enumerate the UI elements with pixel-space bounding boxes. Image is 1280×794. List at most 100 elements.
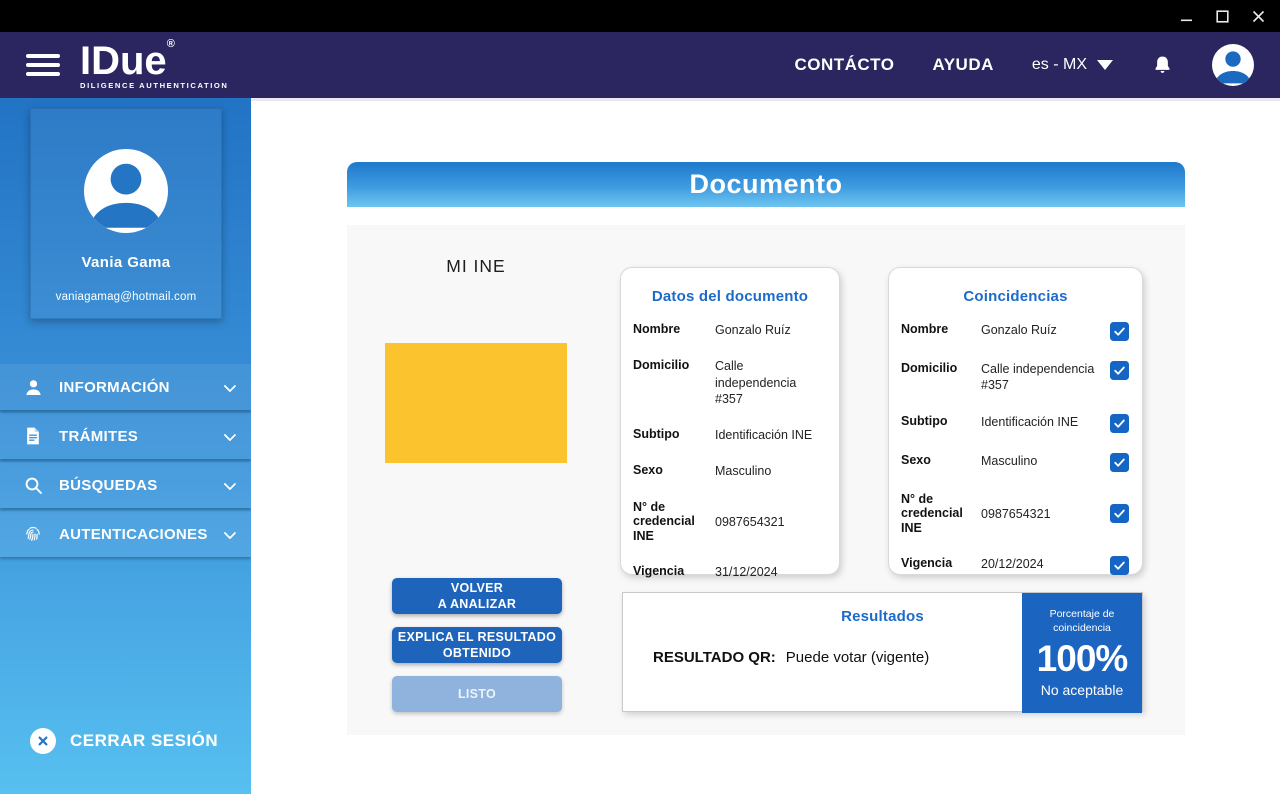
row-label: Nombre (633, 322, 681, 336)
language-selector[interactable]: es - MX (1032, 56, 1113, 74)
card-title: Coincidencias (963, 288, 1068, 305)
results-box: Resultados RESULTADO QR: Puede votar (vig… (622, 592, 1143, 713)
logo-title: IDue® (80, 37, 175, 83)
explain-result-button[interactable]: EXPLICA EL RESULTADO OBTENIDO (392, 627, 562, 663)
checkmark-icon (1114, 509, 1125, 518)
row-value: Masculino (981, 453, 1038, 468)
hamburger-menu-icon[interactable] (26, 54, 60, 76)
data-row-credencial: N° de credencial INE 0987654321 (633, 500, 827, 544)
match-row-subtipo: Subtipo Identificación INE (901, 413, 1130, 433)
x-circle-icon (30, 728, 56, 754)
match-percentage-status: No aceptable (1040, 682, 1124, 699)
row-value: Gonzalo Ruíz (715, 323, 791, 337)
checkmark-icon (1114, 458, 1125, 467)
row-value: Identificación INE (715, 428, 813, 442)
sidebar-item-autenticaciones[interactable]: AUTENTICACIONES (0, 511, 251, 557)
row-value: 0987654321 (715, 514, 785, 529)
reanalyze-button[interactable]: VOLVER A ANALIZAR (392, 578, 562, 614)
match-row-nombre: Nombre Gonzalo Ruíz (901, 322, 1130, 341)
card-rows: Nombre Gonzalo Ruíz Domicilio Calle inde… (901, 322, 1130, 575)
chevron-down-icon (223, 379, 237, 392)
card-rows: Nombre Gonzalo Ruíz Domicilio Calle inde… (633, 322, 827, 580)
button-label-line: VOLVER (450, 580, 504, 595)
match-checkbox[interactable] (1110, 413, 1129, 433)
row-value: 20/12/2024 (981, 556, 1044, 571)
chevron-down-icon (223, 428, 237, 441)
main-content: Documento MI INE VOLVER A ANALIZAR EXPLI… (251, 98, 1280, 794)
matches-card: Coincidencias Nombre Gonzalo Ruíz Domici… (888, 267, 1143, 575)
row-label: Sexo (633, 463, 663, 478)
logo-tagline: DILIGENCE AUTHENTICATION (80, 80, 229, 90)
match-checkbox[interactable] (1110, 504, 1129, 524)
card-title: Datos del documento (651, 288, 809, 305)
match-checkbox[interactable] (1110, 452, 1129, 472)
checkmark-icon (1114, 366, 1125, 375)
row-label: Vigencia (901, 555, 953, 570)
chevron-down-icon (223, 477, 237, 490)
logout-button[interactable]: CERRAR SESIÓN (30, 728, 218, 754)
done-button[interactable]: LISTO (392, 676, 562, 712)
user-avatar[interactable] (1212, 44, 1254, 86)
button-label-line: LISTO (457, 686, 497, 701)
match-checkbox[interactable] (1110, 361, 1129, 380)
row-value: Masculino (715, 464, 772, 479)
checkmark-icon (1114, 561, 1125, 570)
qr-result-label: RESULTADO QR: (653, 649, 776, 666)
row-label: Subtipo (901, 413, 948, 428)
sidebar-item-busquedas[interactable]: BÚSQUEDAS (0, 462, 251, 508)
sidebar-menu: INFORMACIÓN TRÁMITES BÚSQUEDAS AUTENTICA… (0, 364, 251, 560)
sidebar-item-informacion[interactable]: INFORMACIÓN (0, 364, 251, 410)
document-name-label: MI INE (446, 256, 506, 276)
row-label: Sexo (901, 452, 931, 467)
minimize-button[interactable] (1178, 8, 1194, 24)
sidebar: Vania Gama vaniagamag@hotmail.com INFORM… (0, 98, 251, 794)
header-actions: CONTÁCTO AYUDA es - MX (794, 44, 1254, 86)
nav-ayuda[interactable]: AYUDA (932, 55, 993, 75)
row-value: 31/12/2024 (715, 564, 778, 579)
nav-contacto[interactable]: CONTÁCTO (794, 55, 894, 75)
close-icon (1252, 10, 1264, 22)
logout-label: CERRAR SESIÓN (70, 731, 219, 750)
notifications-button[interactable] (1151, 54, 1174, 77)
match-percentage-box: Porcentaje de coincidencia 100% No acept… (1022, 593, 1142, 713)
document-data-card: Datos del documento Nombre Gonzalo Ruíz … (620, 267, 840, 579)
app-logo: IDue® DILIGENCE AUTHENTICATION (80, 37, 229, 90)
bell-icon (1155, 55, 1170, 73)
sidebar-item-label: INFORMACIÓN (59, 378, 170, 396)
row-label: Vigencia (633, 563, 685, 578)
match-row-vigencia: Vigencia 20/12/2024 (901, 555, 1130, 575)
qr-result: RESULTADO QR: Puede votar (vigente) (653, 649, 929, 666)
match-checkbox[interactable] (1110, 555, 1129, 575)
maximize-icon (1215, 9, 1229, 23)
row-label: Subtipo (633, 427, 680, 441)
maximize-button[interactable] (1214, 8, 1230, 24)
close-button[interactable] (1250, 8, 1266, 24)
language-value: es - MX (1031, 56, 1087, 73)
match-checkbox[interactable] (1110, 322, 1129, 341)
sidebar-item-label: BÚSQUEDAS (59, 476, 158, 494)
match-row-credencial: N° de credencial INE 0987654321 (901, 492, 1130, 536)
row-label: N° de credencial INE (633, 499, 695, 544)
sidebar-item-tramites[interactable]: TRÁMITES (0, 413, 251, 459)
button-label-line: A ANALIZAR (437, 597, 517, 611)
minimize-icon (1180, 19, 1192, 21)
app-window: IDue® DILIGENCE AUTHENTICATION CONTÁCTO … (0, 0, 1280, 794)
row-value: 0987654321 (981, 506, 1051, 521)
match-row-domicilio: Domicilio Calle independencia #357 (901, 361, 1130, 394)
profile-card: Vania Gama vaniagamag@hotmail.com (30, 108, 222, 319)
checkmark-icon (1114, 327, 1125, 336)
profile-avatar (84, 149, 168, 233)
registered-mark: ® (166, 37, 175, 50)
row-label: Domicilio (633, 358, 690, 373)
sidebar-item-label: AUTENTICACIONES (59, 525, 208, 543)
match-row-sexo: Sexo Masculino (901, 452, 1130, 472)
data-row-subtipo: Subtipo Identificación INE (633, 427, 827, 443)
person-icon (22, 377, 44, 398)
data-row-vigencia: Vigencia 31/12/2024 (633, 564, 827, 580)
match-percentage-value: 100% (1036, 638, 1129, 680)
button-label-line: OBTENIDO (442, 646, 512, 660)
window-titlebar (0, 0, 1280, 32)
person-icon (1214, 51, 1252, 84)
chevron-down-icon (223, 526, 237, 539)
sidebar-item-label: TRÁMITES (59, 427, 139, 445)
